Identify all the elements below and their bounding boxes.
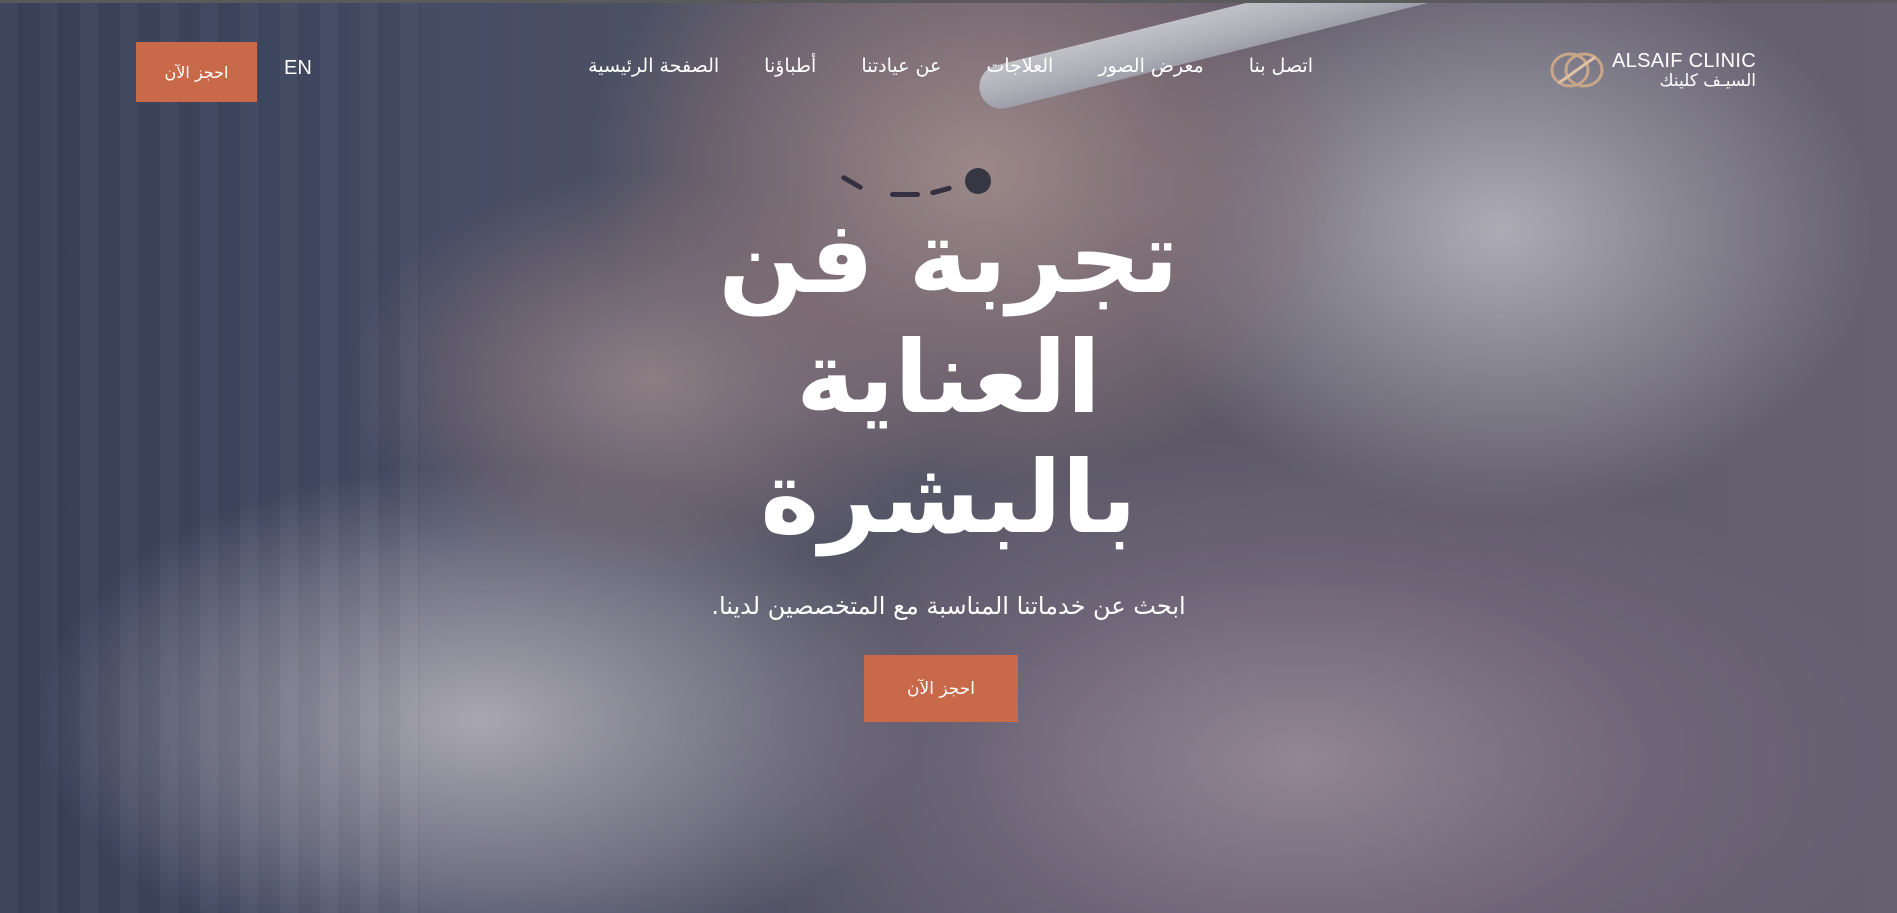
logo-text-ar: السيـف كلينك [1659,70,1757,91]
logo-text: ALSAIF CLINIC السيـف كلينك [1612,51,1756,90]
nav-item-home[interactable]: الصفحة الرئيسية [588,55,719,77]
hero-section: احجز الآن EN الصفحة الرئيسية أطباؤنا عن … [0,0,1897,913]
hero-title: تجربة فن العناية بالبشرة [0,198,1897,558]
logo-text-en: ALSAIF CLINIC [1612,49,1756,72]
nav-item-doctors[interactable]: أطباؤنا [764,55,816,77]
site-logo[interactable]: ALSAIF CLINIC السيـف كلينك [1548,50,1756,90]
hero-title-line: العناية [796,319,1101,436]
hero-title-line: تجربة فن [718,199,1179,316]
alsaif-logo-icon [1548,50,1606,90]
main-nav: الصفحة الرئيسية أطباؤنا عن عيادتنا العلا… [588,55,1313,77]
nav-item-about[interactable]: عن عيادتنا [861,55,941,77]
language-toggle[interactable]: EN [284,57,312,80]
nav-item-gallery[interactable]: معرض الصور [1098,55,1203,77]
hero-subtitle: ابحث عن خدماتنا المناسبة مع المتخصصين لد… [711,592,1186,620]
site-header: احجز الآن EN الصفحة الرئيسية أطباؤنا عن … [0,0,1897,140]
nav-item-contact[interactable]: اتصل بنا [1249,55,1313,77]
book-now-button-hero[interactable]: احجز الآن [864,655,1018,722]
book-now-button-header[interactable]: احجز الآن [136,42,257,102]
nav-item-treatments[interactable]: العلاجات [986,55,1053,77]
hero-title-line: بالبشرة [760,439,1137,556]
